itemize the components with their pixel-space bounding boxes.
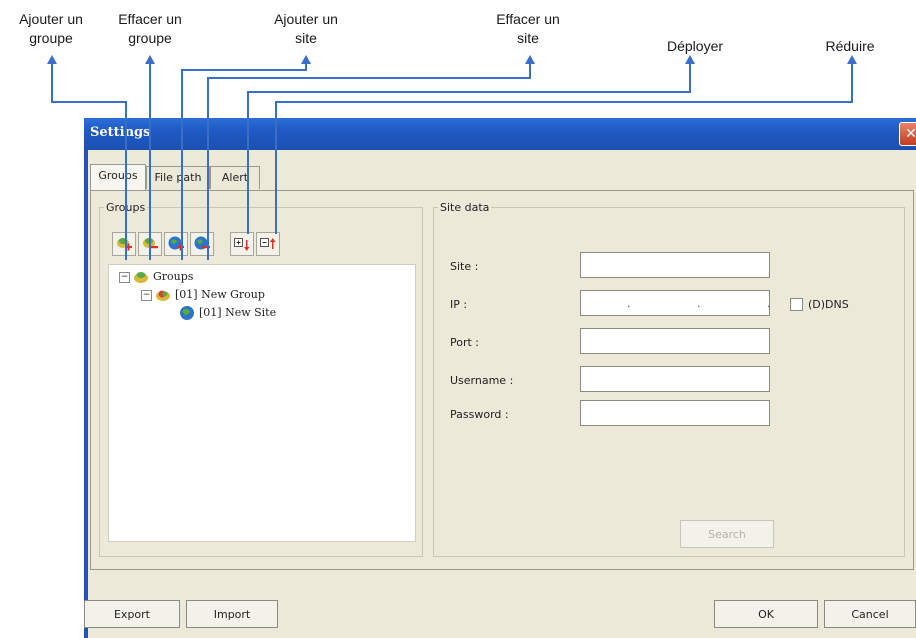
callout-leader-lines [47,55,857,260]
arrowhead [525,55,535,64]
leader-add-group [51,62,127,260]
arrowhead [301,55,311,64]
arrowhead [847,55,857,64]
leader-collapse [275,62,853,234]
arrowhead [685,55,695,64]
arrowhead [47,55,57,64]
arrowhead [145,55,155,64]
leader-expand [247,62,691,234]
